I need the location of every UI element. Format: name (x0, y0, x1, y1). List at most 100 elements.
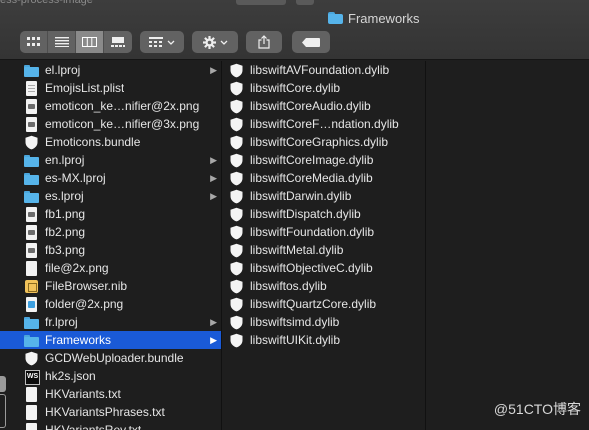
dylib-row[interactable]: libswiftos.dylib (223, 277, 425, 295)
toolbar-stub (296, 0, 314, 5)
dylib-row[interactable]: libswiftCoreAudio.dylib (223, 97, 425, 115)
dylib-icon (229, 99, 244, 114)
list-view-icon (54, 37, 69, 47)
dylib-icon (229, 243, 244, 258)
file-row[interactable]: fb2.png (0, 223, 221, 241)
file-row[interactable]: GCDWebUploader.bundle (0, 349, 221, 367)
dylib-row[interactable]: libswiftCoreGraphics.dylib (223, 133, 425, 151)
dylib-row[interactable]: libswiftCoreMedia.dylib (223, 169, 425, 187)
scroll-edge-marker (0, 394, 6, 428)
folder-icon (328, 12, 343, 24)
dylib-row[interactable]: libswiftMetal.dylib (223, 241, 425, 259)
png-image-icon (24, 242, 39, 258)
group-by-button[interactable] (140, 31, 184, 53)
view-mode-control[interactable] (20, 31, 132, 53)
item-label: libswiftUIKit.dylib (250, 333, 341, 347)
dylib-row[interactable]: libswiftFoundation.dylib (223, 223, 425, 241)
background-window-title: ess-process-image (0, 0, 93, 6)
scroll-edge-marker (0, 376, 6, 392)
item-label: Emoticons.bundle (45, 135, 141, 149)
dylib-row[interactable]: libswiftDispatch.dylib (223, 205, 425, 223)
item-label: FileBrowser.nib (45, 279, 128, 293)
item-label: folder@2x.png (45, 297, 124, 311)
dylib-row[interactable]: libswiftUIKit.dylib (223, 331, 425, 349)
folder-row[interactable]: el.lproj ▶ (0, 61, 221, 79)
folder-row[interactable]: es.lproj ▶ (0, 187, 221, 205)
item-label: emoticon_ke…nifier@3x.png (45, 117, 200, 131)
chevron-down-icon (220, 40, 227, 45)
watermark: @51CTO博客 (493, 401, 581, 417)
item-label: libswiftCore.dylib (250, 81, 341, 95)
png-image-icon (24, 296, 39, 312)
file-row[interactable]: fb3.png (0, 241, 221, 259)
folder-icon (24, 189, 39, 204)
folder-row[interactable]: es-MX.lproj ▶ (0, 169, 221, 187)
icon-view-button[interactable] (20, 31, 48, 53)
item-label: libswiftos.dylib (250, 279, 327, 293)
disclosure-arrow-icon: ▶ (210, 173, 217, 183)
file-row[interactable]: hk2s.json (0, 367, 221, 385)
item-label: EmojisList.plist (45, 81, 125, 95)
tag-button[interactable] (292, 31, 330, 53)
folder-row[interactable]: fr.lproj ▶ (0, 313, 221, 331)
file-row[interactable]: folder@2x.png (0, 295, 221, 313)
bundle-icon (24, 135, 39, 150)
folder-icon (24, 315, 39, 330)
item-label: libswiftQuartzCore.dylib (250, 297, 377, 311)
dylib-icon (229, 81, 244, 96)
dylib-icon (229, 279, 244, 294)
disclosure-arrow-icon: ▶ (210, 65, 217, 75)
file-row[interactable]: fb1.png (0, 205, 221, 223)
file-row[interactable]: HKVariantsPhrases.txt (0, 403, 221, 421)
column-browser: el.lproj ▶ EmojisList.plist emoticon_ke…nif… (0, 61, 589, 430)
group-by-icon (149, 37, 163, 47)
item-label: libswiftCoreMedia.dylib (250, 171, 373, 185)
file-row[interactable]: emoticon_ke…nifier@2x.png (0, 97, 221, 115)
disclosure-arrow-icon: ▶ (210, 191, 217, 201)
action-menu-button[interactable] (192, 31, 238, 53)
png-image-icon (24, 224, 39, 240)
dylib-row[interactable]: libswiftDarwin.dylib (223, 187, 425, 205)
file-row[interactable]: FileBrowser.nib (0, 277, 221, 295)
share-button[interactable] (246, 31, 282, 53)
gallery-view-button[interactable] (104, 31, 132, 53)
item-label: libswiftMetal.dylib (250, 243, 344, 257)
item-label: HKVariantsPhrases.txt (45, 405, 165, 419)
column-view-button[interactable] (76, 31, 104, 53)
dylib-row[interactable]: libswiftsimd.dylib (223, 313, 425, 331)
file-row[interactable]: Emoticons.bundle (0, 133, 221, 151)
text-document-icon (24, 404, 39, 420)
disclosure-arrow-icon: ▶ (210, 317, 217, 327)
window-title: Frameworks (328, 10, 420, 26)
file-row[interactable]: file@2x.png (0, 259, 221, 277)
item-label: en.lproj (45, 153, 85, 167)
dylib-row[interactable]: libswiftCoreF…ndation.dylib (223, 115, 425, 133)
dylib-row[interactable]: libswiftCoreImage.dylib (223, 151, 425, 169)
png-image-icon (24, 206, 39, 222)
file-row[interactable]: EmojisList.plist (0, 79, 221, 97)
item-label: fb2.png (45, 225, 86, 239)
dylib-row[interactable]: libswiftCore.dylib (223, 79, 425, 97)
item-label: es.lproj (45, 189, 84, 203)
file-row[interactable]: HKVariantsRev.txt (0, 421, 221, 430)
dylib-row[interactable]: libswiftAVFoundation.dylib (223, 61, 425, 79)
item-label: el.lproj (45, 63, 81, 77)
dylib-icon (229, 333, 244, 348)
dylib-icon (229, 171, 244, 186)
item-label: fb3.png (45, 243, 86, 257)
png-image-icon (24, 98, 39, 114)
item-label: hk2s.json (45, 369, 96, 383)
item-label: es-MX.lproj (45, 171, 106, 185)
window-title-text: Frameworks (348, 10, 420, 26)
file-row[interactable]: emoticon_ke…nifier@3x.png (0, 115, 221, 133)
item-label: HKVariants.txt (45, 387, 121, 401)
parent-folder-column: el.lproj ▶ EmojisList.plist emoticon_ke…nif… (0, 61, 222, 430)
list-view-button[interactable] (48, 31, 76, 53)
plist-document-icon (24, 80, 39, 96)
dylib-row[interactable]: libswiftObjectiveC.dylib (223, 259, 425, 277)
folder-row[interactable]: Frameworks ▶ (0, 331, 221, 349)
folder-row[interactable]: en.lproj ▶ (0, 151, 221, 169)
file-row[interactable]: HKVariants.txt (0, 385, 221, 403)
item-label: libswiftDispatch.dylib (250, 207, 361, 221)
dylib-row[interactable]: libswiftQuartzCore.dylib (223, 295, 425, 313)
